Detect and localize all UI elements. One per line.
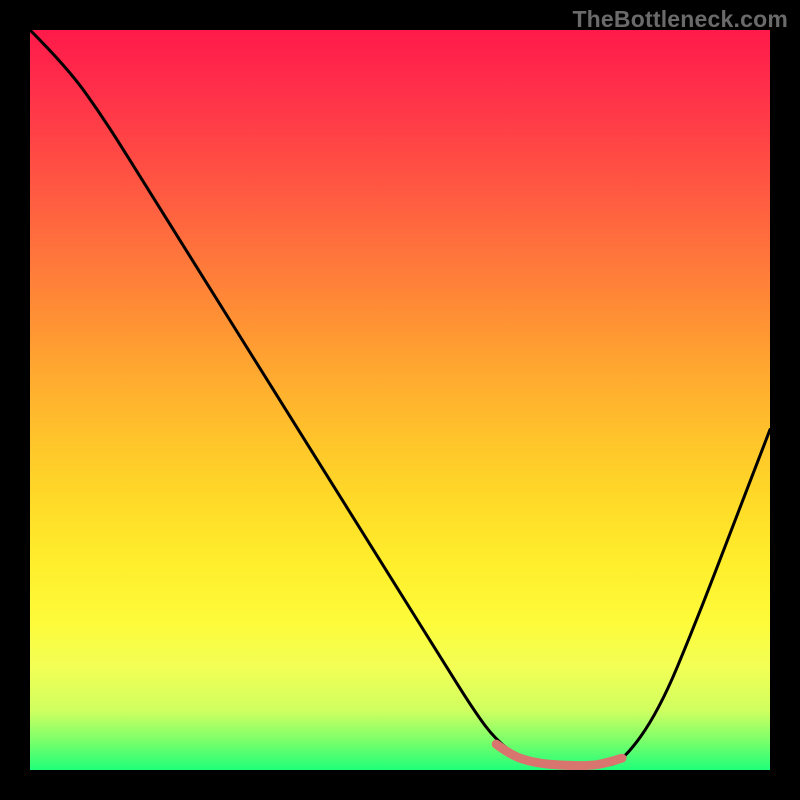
watermark-text: TheBottleneck.com: [572, 6, 788, 33]
bottleneck-curve: [30, 30, 770, 766]
chart-frame: TheBottleneck.com: [0, 0, 800, 800]
plot-area: [30, 30, 770, 770]
highlight-segment: [496, 744, 622, 766]
chart-svg: [30, 30, 770, 770]
